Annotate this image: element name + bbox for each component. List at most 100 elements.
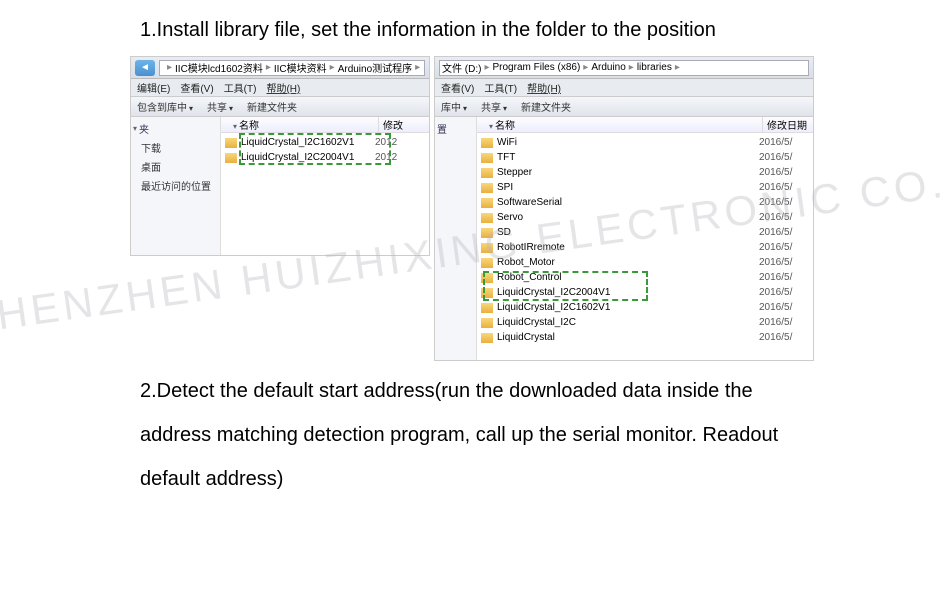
file-date: 2016/5/ <box>759 182 809 193</box>
menu-bar-left: 编辑(E) 查看(V) 工具(T) 帮助(H) <box>131 79 429 97</box>
breadcrumb-right[interactable]: 文件 (D:) ▸ Program Files (x86) ▸ Arduino … <box>439 60 809 76</box>
table-row[interactable]: LiquidCrystal_I2C2004V12016/5/ <box>477 285 813 300</box>
table-row[interactable]: LiquidCrystal_I2C2016/5/ <box>477 315 813 330</box>
instruction-step2: 2.Detect the default start address(run t… <box>0 361 950 505</box>
file-date: 2016/5/ <box>759 197 809 208</box>
table-row[interactable]: LiquidCrystal_I2C2004V1 2012 <box>221 150 429 165</box>
file-pane-left: ▾名称 修改 LiquidCrystal_I2C1602V1 2012 Liqu… <box>221 117 429 255</box>
toolbar-left: 包含到库中 共享 新建文件夹 <box>131 97 429 117</box>
explorer-body-right: 置 ▾名称 修改日期 WiFi2016/5/TFT2016/5/Stepper2… <box>435 117 813 360</box>
breadcrumb-sep: ▸ <box>167 62 172 73</box>
breadcrumb-sep: ▸ <box>330 62 335 73</box>
column-headers-left: ▾名称 修改 <box>221 117 429 133</box>
table-row[interactable]: TFT2016/5/ <box>477 150 813 165</box>
toolbar-library[interactable]: 库中 <box>441 99 467 114</box>
folder-icon <box>481 243 493 253</box>
breadcrumb-sep: ▸ <box>484 62 489 73</box>
table-row[interactable]: Robot_Motor2016/5/ <box>477 255 813 270</box>
toolbar-share[interactable]: 共享 <box>207 99 233 114</box>
breadcrumb-prefix: 文件 (D:) <box>442 60 481 75</box>
table-row[interactable]: SoftwareSerial2016/5/ <box>477 195 813 210</box>
table-row[interactable]: WiFi2016/5/ <box>477 135 813 150</box>
sidebar-section: 置 <box>437 121 474 136</box>
column-headers-right: ▾名称 修改日期 <box>477 117 813 133</box>
menu-view[interactable]: 查看(V) <box>441 80 474 95</box>
sidebar-item-desktop[interactable]: 桌面 <box>133 157 218 176</box>
explorer-right: 文件 (D:) ▸ Program Files (x86) ▸ Arduino … <box>434 56 814 361</box>
breadcrumb-item[interactable]: IIC模块资料 <box>274 60 327 75</box>
folder-icon <box>481 333 493 343</box>
file-date: 2016/5/ <box>759 137 809 148</box>
menu-tools[interactable]: 工具(T) <box>484 80 517 95</box>
toolbar-newfolder[interactable]: 新建文件夹 <box>521 99 571 114</box>
sidebar-item-recent[interactable]: 最近访问的位置 <box>133 176 218 195</box>
menu-help[interactable]: 帮助(H) <box>527 80 561 95</box>
sidebar-item-downloads[interactable]: 下载 <box>133 138 218 157</box>
table-row[interactable]: Servo2016/5/ <box>477 210 813 225</box>
file-date: 2016/5/ <box>759 242 809 253</box>
breadcrumb-item[interactable]: Arduino <box>591 62 625 73</box>
table-row[interactable]: RobotIRremote2016/5/ <box>477 240 813 255</box>
file-list-right: WiFi2016/5/TFT2016/5/Stepper2016/5/SPI20… <box>477 133 813 347</box>
file-date: 2012 <box>375 137 425 148</box>
file-pane-right: ▾名称 修改日期 WiFi2016/5/TFT2016/5/Stepper201… <box>477 117 813 360</box>
folder-icon <box>481 183 493 193</box>
file-date: 2016/5/ <box>759 272 809 283</box>
table-row[interactable]: SD2016/5/ <box>477 225 813 240</box>
toolbar-newfolder[interactable]: 新建文件夹 <box>247 99 297 114</box>
menu-tools[interactable]: 工具(T) <box>224 80 257 95</box>
table-row[interactable]: Robot_Control2016/5/ <box>477 270 813 285</box>
menu-bar-right: 查看(V) 工具(T) 帮助(H) <box>435 79 813 97</box>
menu-view[interactable]: 查看(V) <box>180 80 213 95</box>
sidebar-right: 置 <box>435 117 477 360</box>
folder-icon <box>481 213 493 223</box>
breadcrumb-item[interactable]: Program Files (x86) <box>492 62 580 73</box>
table-row[interactable]: LiquidCrystal_I2C1602V1 2012 <box>221 135 429 150</box>
folder-icon <box>481 138 493 148</box>
folder-icon <box>225 138 237 148</box>
file-date: 2016/5/ <box>759 257 809 268</box>
breadcrumb-sep: ▸ <box>415 62 420 73</box>
file-date: 2016/5/ <box>759 227 809 238</box>
file-date: 2016/5/ <box>759 317 809 328</box>
folder-icon <box>481 168 493 178</box>
breadcrumb-item[interactable]: IIC模块lcd1602资料 <box>175 60 263 75</box>
file-date: 2016/5/ <box>759 167 809 178</box>
folder-icon <box>481 273 493 283</box>
instruction-step1: 1.Install library file, set the informat… <box>0 0 950 56</box>
explorer-left: ◄ ▸ IIC模块lcd1602资料 ▸ IIC模块资料 ▸ Arduino测试… <box>130 56 430 256</box>
file-date: 2016/5/ <box>759 152 809 163</box>
col-name[interactable]: ▾名称 <box>477 117 763 132</box>
nav-bar-left: ◄ ▸ IIC模块lcd1602资料 ▸ IIC模块资料 ▸ Arduino测试… <box>131 57 429 79</box>
menu-edit[interactable]: 编辑(E) <box>137 80 170 95</box>
folder-icon <box>225 153 237 163</box>
col-name[interactable]: ▾名称 <box>221 117 379 132</box>
sidebar-section: ▾夹 <box>133 121 218 136</box>
table-row[interactable]: SPI2016/5/ <box>477 180 813 195</box>
breadcrumb-sep: ▸ <box>629 62 634 73</box>
toolbar-share[interactable]: 共享 <box>481 99 507 114</box>
folder-icon <box>481 198 493 208</box>
table-row[interactable]: LiquidCrystal_I2C1602V12016/5/ <box>477 300 813 315</box>
breadcrumb-item[interactable]: libraries <box>637 62 672 73</box>
folder-icon <box>481 318 493 328</box>
col-date[interactable]: 修改 <box>379 117 429 132</box>
sidebar-left: ▾夹 下载 桌面 最近访问的位置 <box>131 117 221 255</box>
col-date[interactable]: 修改日期 <box>763 117 813 132</box>
breadcrumb-left[interactable]: ▸ IIC模块lcd1602资料 ▸ IIC模块资料 ▸ Arduino测试程序… <box>159 60 425 76</box>
file-date: 2016/5/ <box>759 212 809 223</box>
table-row[interactable]: Stepper2016/5/ <box>477 165 813 180</box>
folder-icon <box>481 153 493 163</box>
toolbar-right: 库中 共享 新建文件夹 <box>435 97 813 117</box>
file-date: 2016/5/ <box>759 332 809 343</box>
file-date: 2016/5/ <box>759 287 809 298</box>
file-date: 2016/5/ <box>759 302 809 313</box>
explorers-container: ◄ ▸ IIC模块lcd1602资料 ▸ IIC模块资料 ▸ Arduino测试… <box>0 56 950 361</box>
toolbar-library[interactable]: 包含到库中 <box>137 99 193 114</box>
breadcrumb-sep: ▸ <box>675 62 680 73</box>
menu-help[interactable]: 帮助(H) <box>266 80 300 95</box>
back-button[interactable]: ◄ <box>135 60 155 76</box>
breadcrumb-item[interactable]: Arduino测试程序 <box>338 60 412 75</box>
table-row[interactable]: LiquidCrystal2016/5/ <box>477 330 813 345</box>
file-list-left: LiquidCrystal_I2C1602V1 2012 LiquidCryst… <box>221 133 429 167</box>
